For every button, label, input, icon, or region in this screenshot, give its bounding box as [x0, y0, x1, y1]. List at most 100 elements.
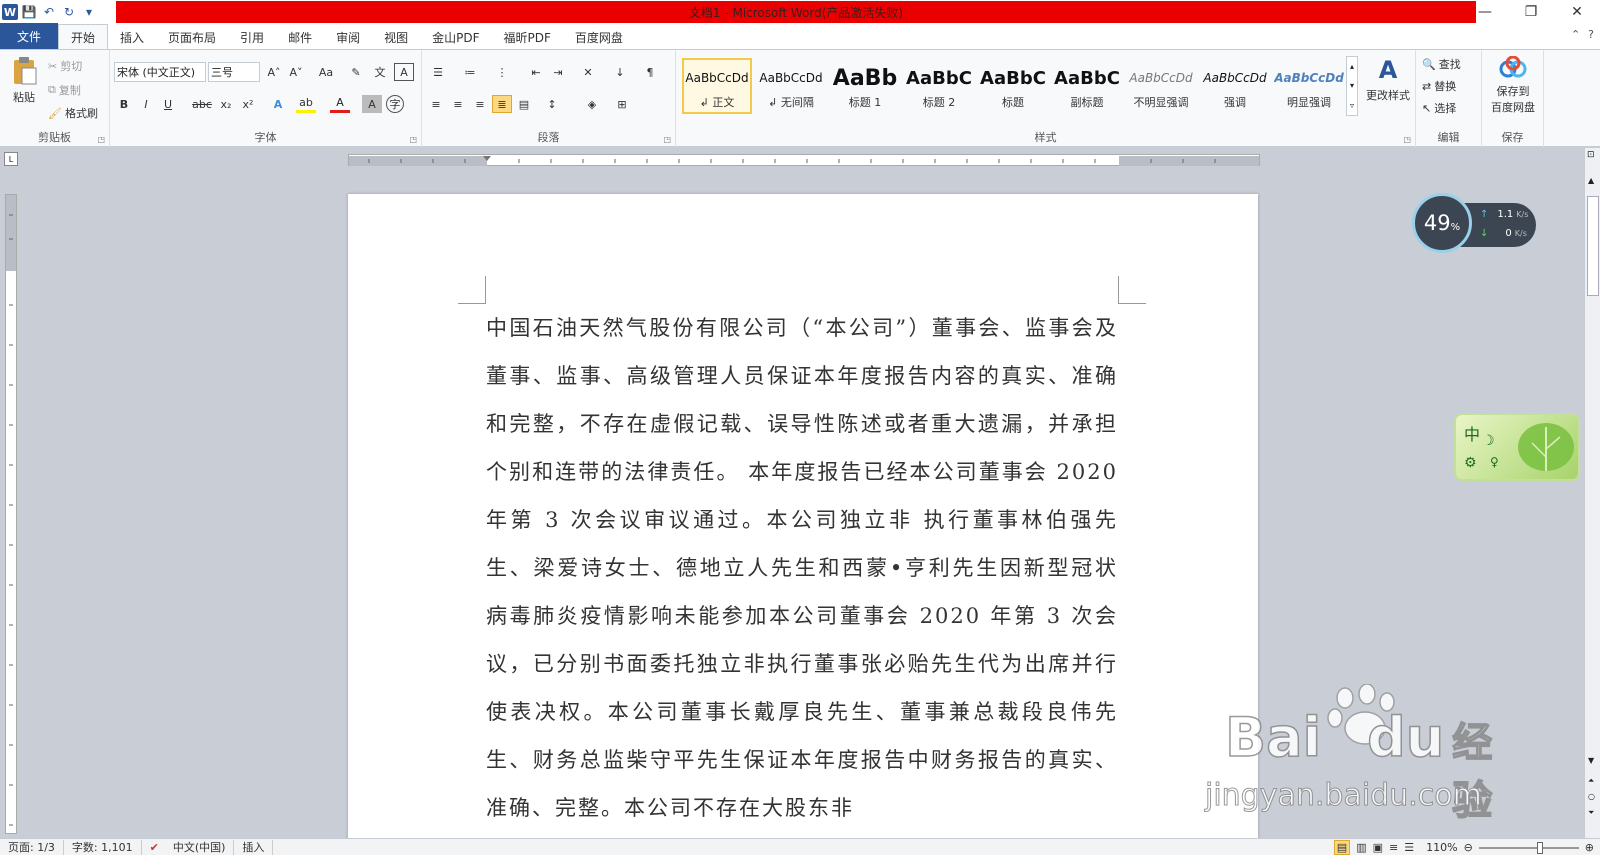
multilevel-list-icon[interactable]: ⋮	[492, 63, 512, 81]
save-to-baidu-button[interactable]: 保存到 百度网盘	[1484, 56, 1542, 115]
tab-mailings[interactable]: 邮件	[276, 25, 324, 49]
justify-icon[interactable]: ≣	[492, 95, 512, 113]
char-border-button[interactable]: A	[394, 63, 414, 81]
replace-button[interactable]: ⇄ 替换	[1422, 78, 1456, 94]
outline-icon[interactable]: ≡	[1389, 841, 1398, 854]
tab-page-layout[interactable]: 页面布局	[156, 25, 228, 49]
print-layout-icon[interactable]: ▤	[1333, 840, 1351, 855]
style-no-spacing[interactable]: AaBbCcDd ↲ 无间隔	[756, 58, 826, 114]
bullets-icon[interactable]: ☰	[428, 63, 448, 81]
full-screen-reading-icon[interactable]: ▥	[1356, 841, 1366, 854]
document-page[interactable]: 中国石油天然气股份有限公司（“本公司”）董事会、监事会及董事、监事、高级管理人员…	[348, 194, 1258, 855]
proofing-status[interactable]: ✔ 中文(中国)	[142, 839, 235, 855]
zoom-slider-thumb[interactable]	[1536, 841, 1543, 854]
sort-icon[interactable]: ↓	[610, 63, 630, 81]
decrease-indent-icon[interactable]: ⇤	[526, 63, 546, 81]
help-icon[interactable]: ?	[1588, 28, 1594, 41]
scroll-thumb[interactable]	[1587, 196, 1599, 296]
undo-icon[interactable]: ↶	[40, 3, 58, 21]
vertical-scrollbar[interactable]: ⊡ ▲ ▼ ⏶ ○ ⏷	[1584, 148, 1600, 838]
borders-icon[interactable]: ⊞	[612, 95, 632, 113]
font-color-button[interactable]: A	[330, 95, 350, 113]
align-left-icon[interactable]: ≡	[426, 95, 446, 113]
chinese-layout-icon[interactable]: ✕	[578, 63, 598, 81]
clipboard-launcher-icon[interactable]: ◳	[97, 135, 105, 144]
tab-review[interactable]: 审阅	[324, 25, 372, 49]
font-name-combo[interactable]: 宋体 (中文正文)	[114, 62, 206, 82]
zoom-level[interactable]: 110%	[1426, 841, 1457, 854]
tab-selector-icon[interactable]: L	[4, 152, 18, 166]
document-body-text[interactable]: 中国石油天然气股份有限公司（“本公司”）董事会、监事会及董事、监事、高级管理人员…	[486, 304, 1118, 832]
style-title[interactable]: AaBbC 标题	[978, 58, 1048, 114]
cut-button[interactable]: ✂ 剪切	[48, 58, 82, 74]
text-effect-button[interactable]: A	[268, 95, 288, 113]
char-shading-button[interactable]: A	[362, 95, 382, 113]
style-subtle-emphasis[interactable]: AaBbCcDd 不明显强调	[1126, 58, 1196, 114]
copy-button[interactable]: ⧉ 复制	[48, 82, 81, 98]
prev-page-icon[interactable]: ⏶	[1588, 776, 1594, 786]
italic-button[interactable]: I	[136, 95, 156, 113]
pinyin-button[interactable]: 文	[370, 63, 390, 81]
paste-button[interactable]: 粘贴	[6, 56, 42, 105]
strikethrough-button[interactable]: abc	[190, 95, 214, 113]
next-page-icon[interactable]: ⏷	[1588, 808, 1594, 818]
ribbon-minimize-icon[interactable]: ⌃	[1571, 28, 1580, 41]
redo-icon[interactable]: ↻	[60, 3, 78, 21]
shading-icon[interactable]: ◈	[582, 95, 602, 113]
scroll-down-arrow-icon[interactable]: ▼	[1588, 756, 1594, 765]
page-count[interactable]: 页面: 1/3	[0, 839, 64, 855]
word-count[interactable]: 字数: 1,101	[64, 839, 142, 855]
select-button[interactable]: ↖ 选择	[1422, 100, 1456, 116]
style-intense-emphasis[interactable]: AaBbCcDd 明显强调	[1274, 58, 1344, 114]
tab-kingsoft-pdf[interactable]: 金山PDF	[420, 25, 491, 49]
bold-button[interactable]: B	[114, 95, 134, 113]
align-right-icon[interactable]: ≡	[470, 95, 490, 113]
find-button[interactable]: 🔍 查找	[1422, 56, 1461, 72]
web-layout-icon[interactable]: ▣	[1373, 841, 1383, 854]
style-normal[interactable]: AaBbCcDd ↲ 正文	[682, 58, 752, 114]
ime-toolbar[interactable]: 中 ☽ ⚙ ♀	[1454, 413, 1580, 481]
enclose-char-button[interactable]: 字	[386, 95, 404, 113]
insert-mode[interactable]: 插入	[234, 839, 274, 855]
browse-object-icon[interactable]: ○	[1588, 792, 1595, 801]
increase-indent-icon[interactable]: ⇥	[548, 63, 568, 81]
scroll-down-icon[interactable]: ▾	[1350, 81, 1354, 90]
subscript-button[interactable]: x₂	[216, 95, 236, 113]
tab-home[interactable]: 开始	[58, 24, 109, 49]
scroll-up-icon[interactable]: ▴	[1350, 62, 1354, 71]
highlight-button[interactable]: ab	[296, 95, 316, 113]
tab-references[interactable]: 引用	[228, 25, 276, 49]
font-size-combo[interactable]: 三号	[208, 62, 260, 82]
font-launcher-icon[interactable]: ◳	[409, 135, 417, 144]
more-styles-icon[interactable]: ▿	[1350, 101, 1354, 110]
settings-gear-icon[interactable]: ⚙	[1464, 455, 1477, 471]
change-styles-button[interactable]: A 更改样式	[1360, 56, 1416, 103]
align-center-icon[interactable]: ≡	[448, 95, 468, 113]
vertical-ruler[interactable]	[5, 194, 17, 834]
ruler-toggle-icon[interactable]: ⊡	[1587, 150, 1595, 160]
close-button[interactable]: ✕	[1554, 0, 1600, 24]
paragraph-launcher-icon[interactable]: ◳	[663, 135, 671, 144]
word-logo-icon[interactable]: W	[2, 4, 18, 20]
numbering-icon[interactable]: ≔	[460, 63, 480, 81]
draft-icon[interactable]: ☰	[1404, 841, 1414, 854]
key-icon[interactable]: ♀	[1490, 455, 1499, 469]
tab-foxit-pdf[interactable]: 福昕PDF	[492, 25, 563, 49]
styles-launcher-icon[interactable]: ◳	[1403, 135, 1411, 144]
show-marks-icon[interactable]: ¶	[640, 63, 660, 81]
style-heading-2[interactable]: AaBbC 标题 2	[904, 58, 974, 114]
styles-scroll[interactable]: ▴ ▾ ▿	[1346, 56, 1358, 116]
grow-font-button[interactable]: A˄	[264, 63, 284, 81]
format-painter-button[interactable]: 🖌 格式刷	[48, 105, 98, 121]
underline-button[interactable]: U	[158, 95, 178, 113]
network-speed-widget[interactable]: ↑ 1.1 K/s ↓ 0 K/s 49%	[1412, 193, 1536, 253]
ime-lang-label[interactable]: 中	[1464, 421, 1480, 445]
style-heading-1[interactable]: AaBb 标题 1	[830, 58, 900, 114]
line-spacing-icon[interactable]: ↕	[542, 95, 562, 113]
zoom-slider[interactable]	[1478, 841, 1579, 854]
distribute-icon[interactable]: ▤	[514, 95, 534, 113]
tab-insert[interactable]: 插入	[108, 25, 156, 49]
zoom-in-icon[interactable]: ⊕	[1585, 841, 1594, 854]
save-icon[interactable]: 💾	[20, 3, 38, 21]
tab-file[interactable]: 文件	[0, 23, 58, 49]
